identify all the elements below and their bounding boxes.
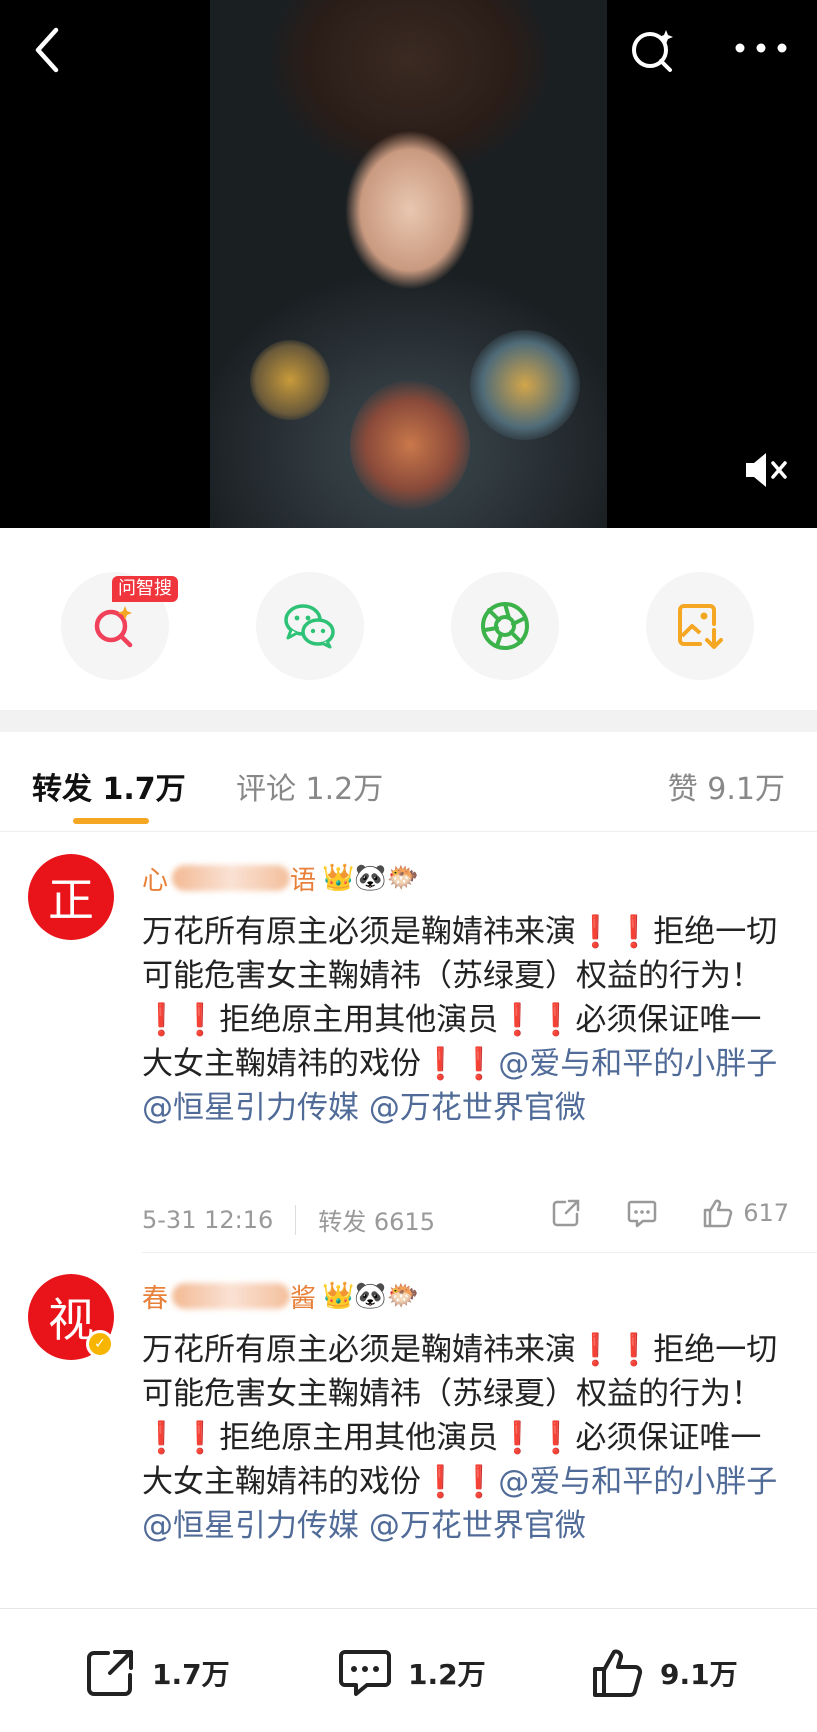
verified-badge-icon: ✓ (86, 1330, 114, 1358)
avatar[interactable]: 正 (28, 854, 114, 940)
comment-button[interactable]: 1.2万 (336, 1645, 486, 1701)
item-share-button[interactable] (549, 1196, 583, 1230)
meta-separator (295, 1204, 297, 1235)
username-prefix: 心 (142, 865, 169, 896)
exclamation-icon: ❗❗ (142, 1002, 220, 1038)
username-suffix: 语 (290, 865, 317, 896)
repost-text: 万花所有原主必须是鞠婧祎来演❗❗拒绝一切可能危害女主鞠婧祎（苏绿夏）权益的行为！… (142, 1328, 792, 1548)
blurred-name (172, 1283, 291, 1309)
tab-repost[interactable]: 转发 1.7万 (32, 764, 186, 808)
active-tab-indicator (73, 818, 149, 824)
tab-like[interactable]: 赞 9.1万 (668, 764, 785, 808)
blurred-name (172, 865, 291, 891)
exclamation-icon: ❗❗ (421, 1046, 499, 1082)
ai-search-icon[interactable] (626, 24, 682, 76)
username-suffix: 酱 (290, 1283, 317, 1314)
exclamation-icon: ❗❗ (142, 1420, 220, 1456)
username[interactable]: 心 语 👑🐼🐡 (142, 860, 419, 896)
share-icon (552, 1199, 580, 1227)
list-item: 视 ✓ 春 酱 👑🐼🐡 万花所有原主必须是鞠婧祎来演❗❗拒绝一切可能危害女主鞠婧… (0, 1252, 817, 1608)
like-button[interactable]: 9.1万 (590, 1645, 738, 1701)
mention-link[interactable]: @爱与和平的小胖子 (498, 1464, 777, 1500)
thumbs-up-icon (703, 1199, 733, 1228)
repost-icon (87, 1650, 133, 1696)
repost-text: 万花所有原主必须是鞠婧祎来演❗❗拒绝一切可能危害女主鞠婧祎（苏绿夏）权益的行为！… (142, 910, 792, 1130)
text-segment: 万花所有原主必须是鞠婧祎来演 (142, 914, 576, 950)
section-divider (0, 710, 817, 732)
video-thumbnail[interactable] (210, 0, 607, 528)
text-segment: 万花所有原主必须是鞠婧祎来演 (142, 1332, 576, 1368)
mention-link[interactable]: @爱与和平的小胖子 (498, 1046, 777, 1082)
mention-link[interactable]: @恒星引力传媒 (142, 1090, 359, 1126)
mention-link[interactable]: @万花世界官微 (369, 1090, 586, 1126)
exclamation-icon: ❗❗ (421, 1464, 499, 1500)
exclamation-icon: ❗❗ (576, 914, 654, 950)
username[interactable]: 春 酱 👑🐼🐡 (142, 1278, 419, 1314)
comment-icon (339, 1650, 391, 1696)
share-moments-button[interactable] (451, 572, 559, 680)
list-item: 正 心 语 👑🐼🐡 万花所有原主必须是鞠婧祎来演❗❗拒绝一切可能危害女主鞠婧祎（… (0, 832, 817, 1252)
mute-icon[interactable] (742, 448, 792, 492)
timestamp: 5-31 12:16 (142, 1205, 274, 1234)
repost-button[interactable]: 1.7万 (82, 1645, 230, 1701)
comment-icon (627, 1200, 657, 1228)
tab-bar: 转发 1.7万 评论 1.2万 赞 9.1万 (0, 732, 817, 832)
back-button[interactable] (26, 22, 70, 78)
user-badges: 👑🐼🐡 (322, 1281, 420, 1311)
share-wechat-button[interactable] (256, 572, 364, 680)
exclamation-icon: ❗❗ (498, 1002, 576, 1038)
text-segment: 拒绝原主用其他演员 (219, 1420, 499, 1456)
save-image-button[interactable] (646, 572, 754, 680)
moments-icon (481, 602, 529, 650)
item-actions: 617 (549, 1196, 789, 1230)
like-count: 9.1万 (660, 1658, 738, 1691)
item-comment-button[interactable] (625, 1196, 659, 1230)
repost-meta: 5-31 12:16 转发 6615 (142, 1202, 435, 1237)
exclamation-icon: ❗❗ (498, 1420, 576, 1456)
username-prefix: 春 (142, 1283, 169, 1314)
repost-count: 转发 6615 (318, 1208, 435, 1236)
video-player[interactable] (0, 0, 817, 528)
share-row: 问智搜 (0, 528, 817, 710)
thumbs-up-icon (593, 1649, 643, 1697)
item-like-button[interactable]: 617 (701, 1196, 789, 1230)
tab-comment[interactable]: 评论 1.2万 (236, 764, 383, 808)
text-segment: 拒绝原主用其他演员 (219, 1002, 499, 1038)
user-badges: 👑🐼🐡 (322, 863, 420, 893)
bottom-action-bar: 1.7万 1.2万 9.1万 (0, 1608, 817, 1732)
wechat-icon (284, 604, 335, 649)
mention-link[interactable]: @万花世界官微 (369, 1508, 586, 1544)
comment-count: 1.2万 (408, 1658, 486, 1691)
exclamation-icon: ❗❗ (576, 1332, 654, 1368)
wenzhisou-badge: 问智搜 (112, 576, 178, 602)
mention-link[interactable]: @恒星引力传媒 (142, 1508, 359, 1544)
like-count: 617 (743, 1199, 789, 1227)
repost-count: 1.7万 (152, 1658, 230, 1691)
ai-search-icon (94, 606, 133, 648)
save-image-icon (678, 604, 723, 649)
more-options-icon[interactable] (726, 28, 796, 68)
